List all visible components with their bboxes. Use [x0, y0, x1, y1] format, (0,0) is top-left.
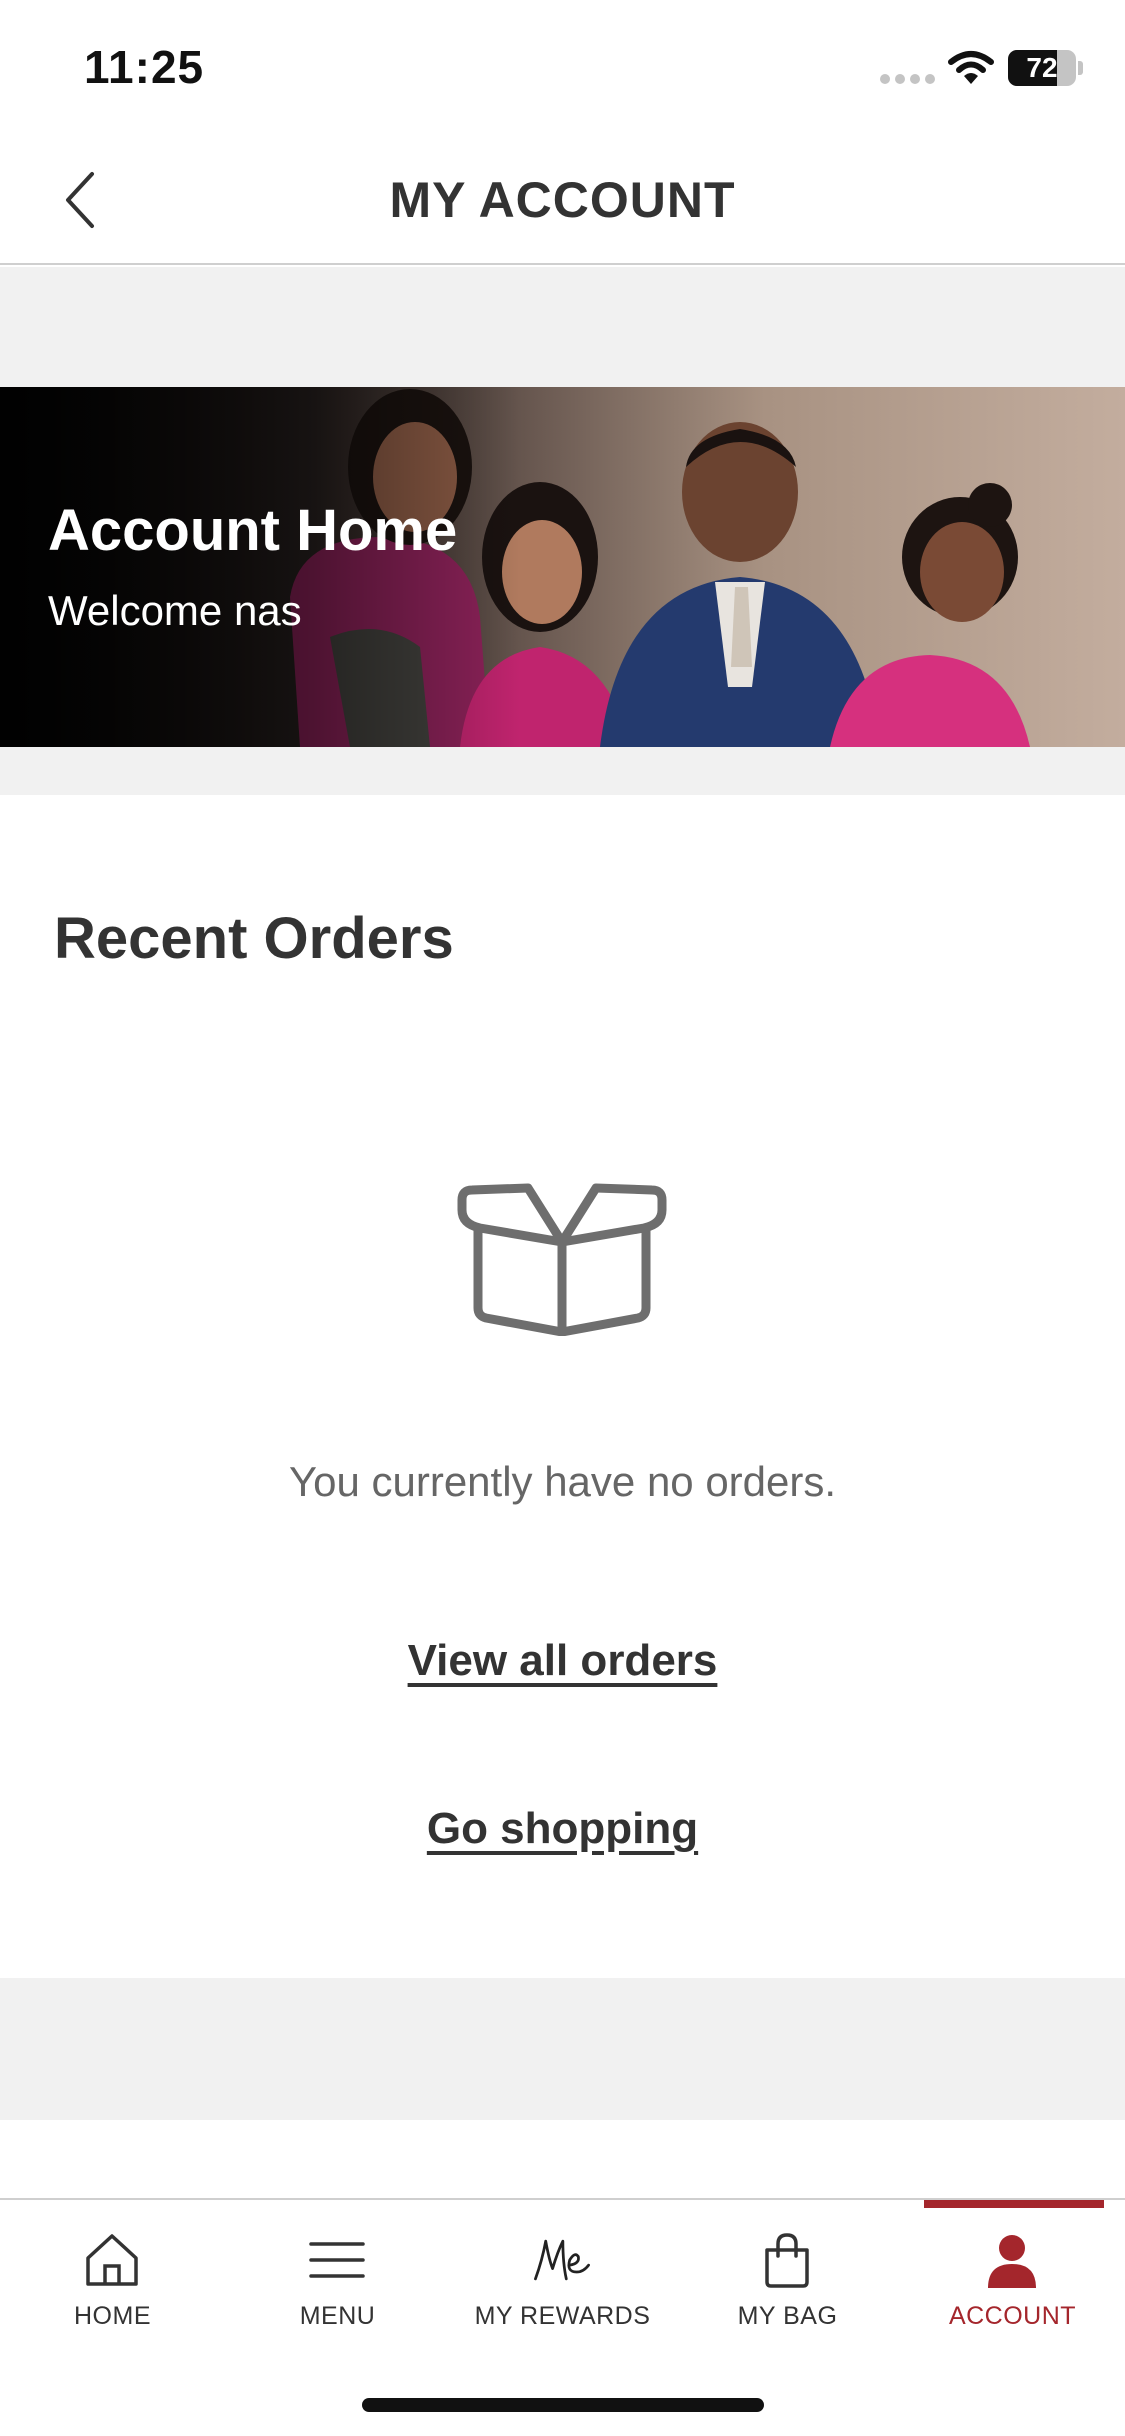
home-indicator — [362, 2398, 764, 2412]
battery-icon: 72 — [1008, 50, 1076, 86]
home-icon — [86, 2234, 138, 2286]
tab-menu[interactable]: MENU — [225, 2200, 450, 2340]
status-time: 11:25 — [84, 41, 205, 93]
empty-orders-message: You currently have no orders. — [288, 1458, 837, 1505]
view-all-orders-link[interactable]: View all orders — [0, 1636, 1125, 1686]
status-bar: 11:25 72 — [0, 0, 1125, 135]
open-box-icon — [457, 1183, 667, 1336]
tab-home[interactable]: HOME — [0, 2200, 225, 2340]
section-spacer — [0, 267, 1125, 387]
tab-my-bag-label: MY BAG — [737, 2302, 838, 2330]
my-account-screen: 11:25 72 MY ACCOUNT Account Home Welcome… — [0, 0, 1125, 2436]
battery-percent: 72 — [1026, 52, 1058, 83]
tab-home-label: HOME — [74, 2302, 151, 2330]
tab-my-rewards-label: MY REWARDS — [474, 2302, 651, 2330]
tab-my-bag[interactable]: MY BAG — [675, 2200, 900, 2340]
me-rewards-icon — [534, 2239, 590, 2281]
banner-title: Account Home — [48, 498, 458, 563]
banner-overlay — [0, 387, 520, 747]
menu-icon — [309, 2242, 365, 2278]
wifi-icon — [948, 51, 994, 84]
battery-tip — [1078, 61, 1083, 75]
go-shopping-link[interactable]: Go shopping — [0, 1804, 1125, 1854]
page-header: MY ACCOUNT — [0, 135, 1125, 265]
person-icon — [988, 2235, 1036, 2288]
page-title: MY ACCOUNT — [389, 172, 736, 228]
cellular-signal-icon — [880, 74, 936, 86]
tab-menu-label: MENU — [299, 2302, 376, 2330]
section-spacer — [0, 747, 1125, 795]
tab-account[interactable]: ACCOUNT — [900, 2200, 1125, 2340]
account-home-banner: Account Home Welcome nas — [0, 387, 1125, 747]
tab-account-label: ACCOUNT — [948, 2302, 1077, 2330]
welcome-message: Welcome nas — [48, 587, 302, 634]
recent-orders-heading: Recent Orders — [54, 906, 454, 971]
tab-my-rewards[interactable]: MY REWARDS — [450, 2200, 675, 2340]
shopping-bag-icon — [765, 2233, 809, 2288]
section-spacer — [0, 1978, 1125, 2120]
